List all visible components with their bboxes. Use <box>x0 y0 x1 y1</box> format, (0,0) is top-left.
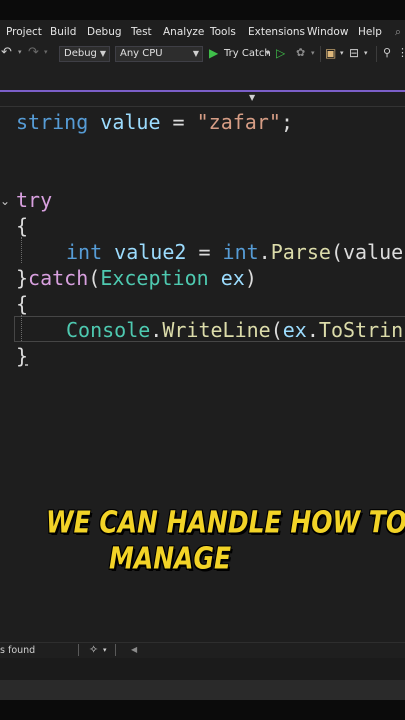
scroll-left-icon[interactable]: ◀ <box>131 645 137 654</box>
identifier: value2 <box>114 240 187 264</box>
status-bar: s found ✧ ▾ ◀ <box>0 642 405 659</box>
run-target-label[interactable]: Try Catch <box>224 48 271 59</box>
brace: } <box>16 344 29 368</box>
start-without-debug-icon[interactable]: ▷ <box>276 46 285 60</box>
menu-tools[interactable]: Tools <box>210 26 236 38</box>
start-debug-icon[interactable]: ▶ <box>209 46 218 60</box>
code-line-1: string value = "zafar"; <box>16 109 293 135</box>
method-name: ToStrin <box>318 318 404 342</box>
code-editor[interactable]: string value = "zafar"; ⌄ try { int valu… <box>0 107 405 642</box>
search-icon[interactable]: ⌕ <box>395 26 401 39</box>
code-line-writeline: Console.WriteLine(ex.ToStrin <box>66 317 403 343</box>
menu-bar: Project Build Debug Test Analyze Tools E… <box>0 20 405 44</box>
cleanup-dropdown-icon[interactable]: ▾ <box>103 646 107 654</box>
argument-text: (value <box>330 240 404 264</box>
semicolon: ; <box>280 110 293 134</box>
method-name: WriteLine <box>162 318 271 342</box>
code-line-open-brace: { <box>16 213 28 239</box>
platform-select[interactable]: Any CPU ▼ <box>115 46 203 62</box>
string-literal: "zafar" <box>196 110 281 134</box>
menu-analyze[interactable]: Analyze <box>163 26 204 38</box>
menu-window[interactable]: Window <box>307 26 348 38</box>
solution-dropdown-icon[interactable]: ▾ <box>340 49 344 57</box>
navigation-bar: ▼ <box>0 92 405 107</box>
identifier: ex <box>282 318 307 342</box>
top-black-bar <box>0 0 405 20</box>
keyword: int <box>66 240 103 264</box>
dot: . <box>150 318 163 342</box>
output-panel-strip <box>0 658 405 680</box>
configuration-value: Debug <box>64 48 97 59</box>
live-share-icon[interactable]: ⚲ <box>383 46 391 59</box>
dot: . <box>258 240 271 264</box>
redo-icon[interactable]: ↷ <box>28 45 39 60</box>
code-line-open-brace: { <box>16 291 28 317</box>
solution-explorer-icon[interactable]: ▣ <box>325 46 336 60</box>
chevron-down-icon: ▼ <box>192 49 199 58</box>
menu-extensions[interactable]: Extensions <box>248 26 305 38</box>
paren: ) <box>244 266 257 290</box>
redo-dropdown-icon[interactable]: ▾ <box>44 48 48 56</box>
platform-value: Any CPU <box>120 48 163 59</box>
bottom-status-strip <box>0 680 405 700</box>
operator: = <box>186 240 223 264</box>
code-line-parse: int value2 = int.Parse(value <box>66 239 403 265</box>
chevron-down-icon: ▼ <box>99 49 106 58</box>
code-line-catch: }catch(Exception ex) <box>16 265 257 291</box>
identifier: ex <box>208 266 245 290</box>
undo-icon[interactable]: ↶ <box>1 45 12 60</box>
code-line-close-brace: } <box>16 343 28 369</box>
paren: ( <box>270 318 283 342</box>
run-target-dropdown-icon[interactable]: ▾ <box>266 49 270 57</box>
undo-dropdown-icon[interactable]: ▾ <box>18 48 22 56</box>
more-icon[interactable]: ⋮ <box>397 46 405 59</box>
collapse-chevron-icon[interactable]: ⌄ <box>0 194 10 208</box>
method-name: Parse <box>270 240 331 264</box>
menu-test[interactable]: Test <box>131 26 152 38</box>
code-cleanup-icon[interactable]: ✧ <box>89 643 98 656</box>
dot: . <box>306 318 319 342</box>
code-line-try: try <box>16 187 52 213</box>
operator: = <box>160 110 197 134</box>
type-name: Exception <box>100 266 209 290</box>
toolbar-separator <box>320 46 321 62</box>
toolbar-separator <box>376 46 377 62</box>
status-separator <box>115 644 116 656</box>
brace: { <box>16 292 29 316</box>
menu-help[interactable]: Help <box>358 26 382 38</box>
bottom-black-bar <box>0 700 405 720</box>
identifier: value <box>100 110 161 134</box>
keyword: catch <box>28 266 89 290</box>
keyword: try <box>16 188 53 212</box>
keyword: int <box>222 240 259 264</box>
indent-guide <box>21 237 22 263</box>
menu-project[interactable]: Project <box>6 26 42 38</box>
caption-line-1: WE CAN HANDLE HOW TO <box>46 505 405 540</box>
brace: { <box>16 214 29 238</box>
menu-debug[interactable]: Debug <box>87 26 122 38</box>
status-separator <box>78 644 79 656</box>
keyword: string <box>16 110 89 134</box>
issues-text[interactable]: s found <box>0 645 35 656</box>
layout-dropdown-icon[interactable]: ▾ <box>364 49 368 57</box>
hot-reload-dropdown-icon[interactable]: ▾ <box>311 49 315 57</box>
paren: ( <box>88 266 101 290</box>
chevron-down-icon[interactable]: ▼ <box>249 93 255 102</box>
indent-guide <box>21 315 22 341</box>
configuration-select[interactable]: Debug ▼ <box>59 46 110 62</box>
hot-reload-icon[interactable]: ✿ <box>296 46 305 59</box>
brace: } <box>16 266 29 290</box>
menu-build[interactable]: Build <box>50 26 76 38</box>
type-name: Console <box>66 318 151 342</box>
document-tab-area <box>0 66 405 90</box>
toolbar: ↶ ▾ ↷ ▾ Debug ▼ Any CPU ▼ ▶ Try Catch ▾ … <box>0 44 405 66</box>
window-layout-icon[interactable]: ⊟ <box>349 46 359 60</box>
caption-line-2: MANAGE <box>109 541 232 576</box>
